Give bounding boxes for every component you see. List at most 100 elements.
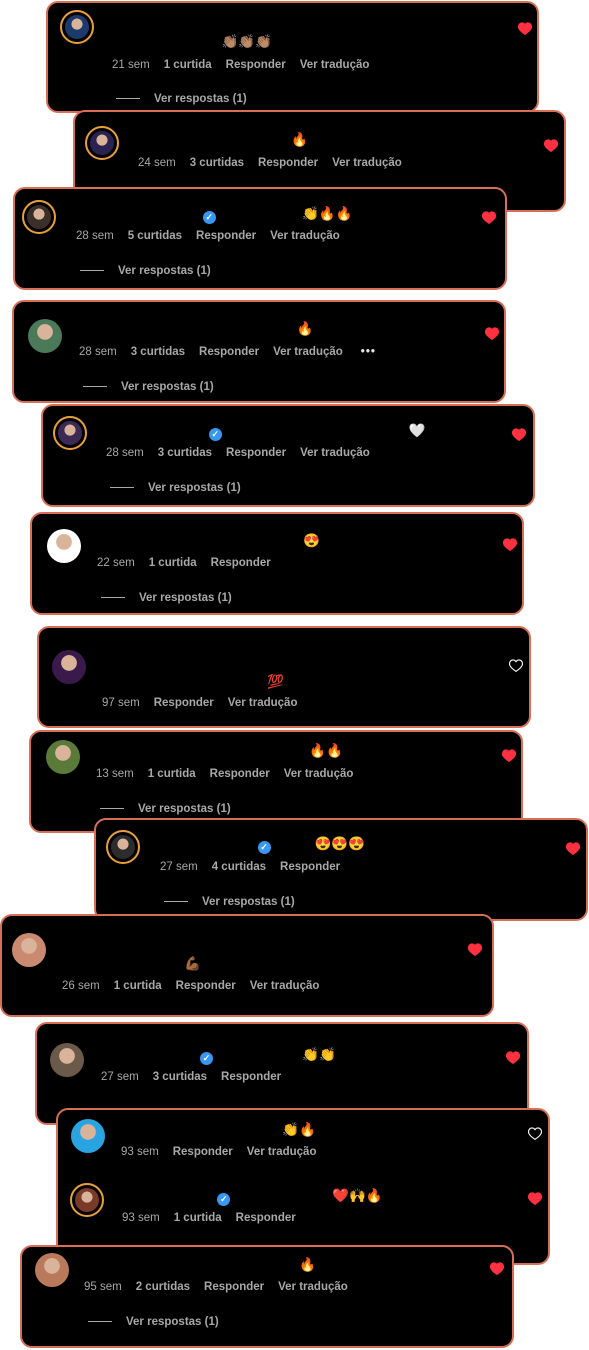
username[interactable]: renatonseverodesigner bbox=[112, 15, 261, 30]
heart-icon[interactable] bbox=[502, 538, 518, 552]
avatar[interactable] bbox=[35, 1253, 69, 1287]
like-count[interactable]: 4 curtidas bbox=[212, 861, 266, 873]
reply-button[interactable]: Responder bbox=[226, 447, 286, 459]
like-count[interactable]: 3 curtidas bbox=[190, 157, 244, 169]
like-count[interactable]: 3 curtidas bbox=[131, 346, 185, 358]
more-options-icon[interactable]: ••• bbox=[361, 346, 376, 358]
reply-button[interactable]: Responder bbox=[176, 980, 236, 992]
avatar[interactable] bbox=[47, 529, 81, 563]
comment-text-line: craftyink_studio Wow... Creative 😍 bbox=[97, 531, 320, 550]
avatar[interactable] bbox=[53, 416, 87, 450]
view-replies-button[interactable]: Ver respostas (1) bbox=[101, 592, 232, 604]
translate-button[interactable]: Ver tradução bbox=[300, 59, 370, 71]
username[interactable]: ovinikunen bbox=[138, 132, 209, 147]
heart-icon[interactable] bbox=[565, 842, 581, 856]
reply-button[interactable]: Responder bbox=[211, 557, 271, 569]
avatar[interactable] bbox=[12, 933, 46, 967]
translate-button[interactable]: Ver tradução bbox=[300, 447, 370, 459]
translate-button[interactable]: Ver tradução bbox=[278, 1281, 348, 1293]
translate-button[interactable]: Ver tradução bbox=[270, 230, 340, 242]
reply-button[interactable]: Responder bbox=[280, 861, 340, 873]
translate-button[interactable]: Ver tradução bbox=[228, 697, 298, 709]
translate-button[interactable]: Ver tradução bbox=[247, 1146, 317, 1158]
comment-meta: 21 sem 1 curtida Responder Ver tradução bbox=[112, 59, 383, 71]
username[interactable]: jsdesigner.psd bbox=[160, 836, 255, 851]
username[interactable]: andrerodridesigner bbox=[76, 206, 200, 221]
reply-button[interactable]: Responder bbox=[204, 1281, 264, 1293]
username[interactable]: craftyink_studio bbox=[97, 533, 201, 548]
heart-icon[interactable] bbox=[489, 1262, 505, 1276]
comment-meta: 28 sem 3 curtidas Responder Ver tradução ••• bbox=[79, 346, 390, 358]
view-replies-label: Ver respostas (1) bbox=[202, 896, 295, 908]
reply-button[interactable]: Responder bbox=[199, 346, 259, 358]
view-replies-button[interactable]: Ver respostas (1) bbox=[83, 381, 214, 393]
heart-icon[interactable] bbox=[484, 327, 500, 341]
view-replies-button[interactable]: Ver respostas (1) bbox=[116, 93, 247, 105]
comment-meta: 28 sem 3 curtidas Responder Ver tradução bbox=[106, 447, 384, 459]
view-replies-button[interactable]: Ver respostas (1) bbox=[164, 896, 295, 908]
reply-button[interactable]: Responder bbox=[258, 157, 318, 169]
heart-icon[interactable] bbox=[505, 1051, 521, 1065]
like-count[interactable]: 1 curtida bbox=[164, 59, 212, 71]
comment-text-line: renatonseverodesigner Lindo demais!! E ó… bbox=[112, 13, 442, 51]
translate-button[interactable]: Ver tradução bbox=[273, 346, 343, 358]
avatar[interactable] bbox=[106, 830, 140, 864]
reply-button[interactable]: Responder bbox=[173, 1146, 233, 1158]
username[interactable]: __we.design bbox=[121, 1122, 201, 1137]
username[interactable]: douglashelmer bbox=[101, 1047, 197, 1062]
avatar[interactable] bbox=[60, 10, 94, 44]
heart-icon[interactable] bbox=[467, 943, 483, 957]
like-count[interactable]: 2 curtidas bbox=[136, 1281, 190, 1293]
timestamp: 97 sem bbox=[102, 697, 140, 709]
comment-text-line: webdesign_786 ✓ Your work is outstanding m… bbox=[106, 421, 426, 441]
reply-button[interactable]: Responder bbox=[210, 768, 270, 780]
comment-text-line: douglashelmer ✓ Mto top mano 👏👏 bbox=[101, 1045, 336, 1065]
timestamp: 28 sem bbox=[76, 230, 114, 242]
username[interactable]: virus.graphicdesign bbox=[102, 655, 230, 670]
username[interactable]: webdesign_786 bbox=[106, 423, 206, 438]
avatar[interactable] bbox=[22, 200, 56, 234]
avatar[interactable] bbox=[52, 650, 86, 684]
heart-icon[interactable] bbox=[543, 139, 559, 153]
view-replies-button[interactable]: Ver respostas (1) bbox=[100, 803, 231, 815]
comment-text: Wow... Creative 😍 bbox=[205, 533, 320, 548]
like-count[interactable]: 1 curtida bbox=[114, 980, 162, 992]
heart-icon[interactable] bbox=[517, 22, 533, 36]
reply-button[interactable]: Responder bbox=[236, 1212, 296, 1224]
username[interactable]: krishnabeuraa bbox=[122, 1188, 214, 1203]
heart-icon[interactable] bbox=[527, 1192, 543, 1206]
translate-button[interactable]: Ver tradução bbox=[332, 157, 402, 169]
avatar[interactable] bbox=[71, 1119, 105, 1153]
timestamp: 13 sem bbox=[96, 768, 134, 780]
view-replies-button[interactable]: Ver respostas (1) bbox=[80, 265, 211, 277]
reply-button[interactable]: Responder bbox=[196, 230, 256, 242]
username[interactable]: soukauecardoso bbox=[84, 1257, 191, 1272]
heart-icon[interactable] bbox=[527, 1127, 543, 1141]
avatar[interactable] bbox=[46, 740, 80, 774]
username[interactable]: masumcreationss bbox=[79, 321, 194, 336]
username[interactable]: zack_psd bbox=[96, 743, 157, 758]
like-count[interactable]: 1 curtida bbox=[148, 768, 196, 780]
avatar[interactable] bbox=[28, 319, 62, 353]
heart-icon[interactable] bbox=[481, 211, 497, 225]
reply-button[interactable]: Responder bbox=[221, 1071, 281, 1083]
reply-button[interactable]: Responder bbox=[226, 59, 286, 71]
like-count[interactable]: 5 curtidas bbox=[128, 230, 182, 242]
view-replies-button[interactable]: Ver respostas (1) bbox=[88, 1316, 219, 1328]
username[interactable]: peterson.dsgn bbox=[62, 937, 155, 952]
heart-icon[interactable] bbox=[508, 659, 524, 673]
reply-button[interactable]: Responder bbox=[154, 697, 214, 709]
avatar[interactable] bbox=[50, 1043, 84, 1077]
heart-icon[interactable] bbox=[511, 428, 527, 442]
like-count[interactable]: 3 curtidas bbox=[153, 1071, 207, 1083]
timestamp: 95 sem bbox=[84, 1281, 122, 1293]
like-count[interactable]: 3 curtidas bbox=[158, 447, 212, 459]
translate-button[interactable]: Ver tradução bbox=[284, 768, 354, 780]
translate-button[interactable]: Ver tradução bbox=[250, 980, 320, 992]
heart-icon[interactable] bbox=[501, 749, 517, 763]
like-count[interactable]: 1 curtida bbox=[149, 557, 197, 569]
avatar[interactable] bbox=[85, 126, 119, 160]
like-count[interactable]: 1 curtida bbox=[174, 1212, 222, 1224]
view-replies-button[interactable]: Ver respostas (1) bbox=[110, 482, 241, 494]
avatar[interactable] bbox=[70, 1183, 104, 1217]
